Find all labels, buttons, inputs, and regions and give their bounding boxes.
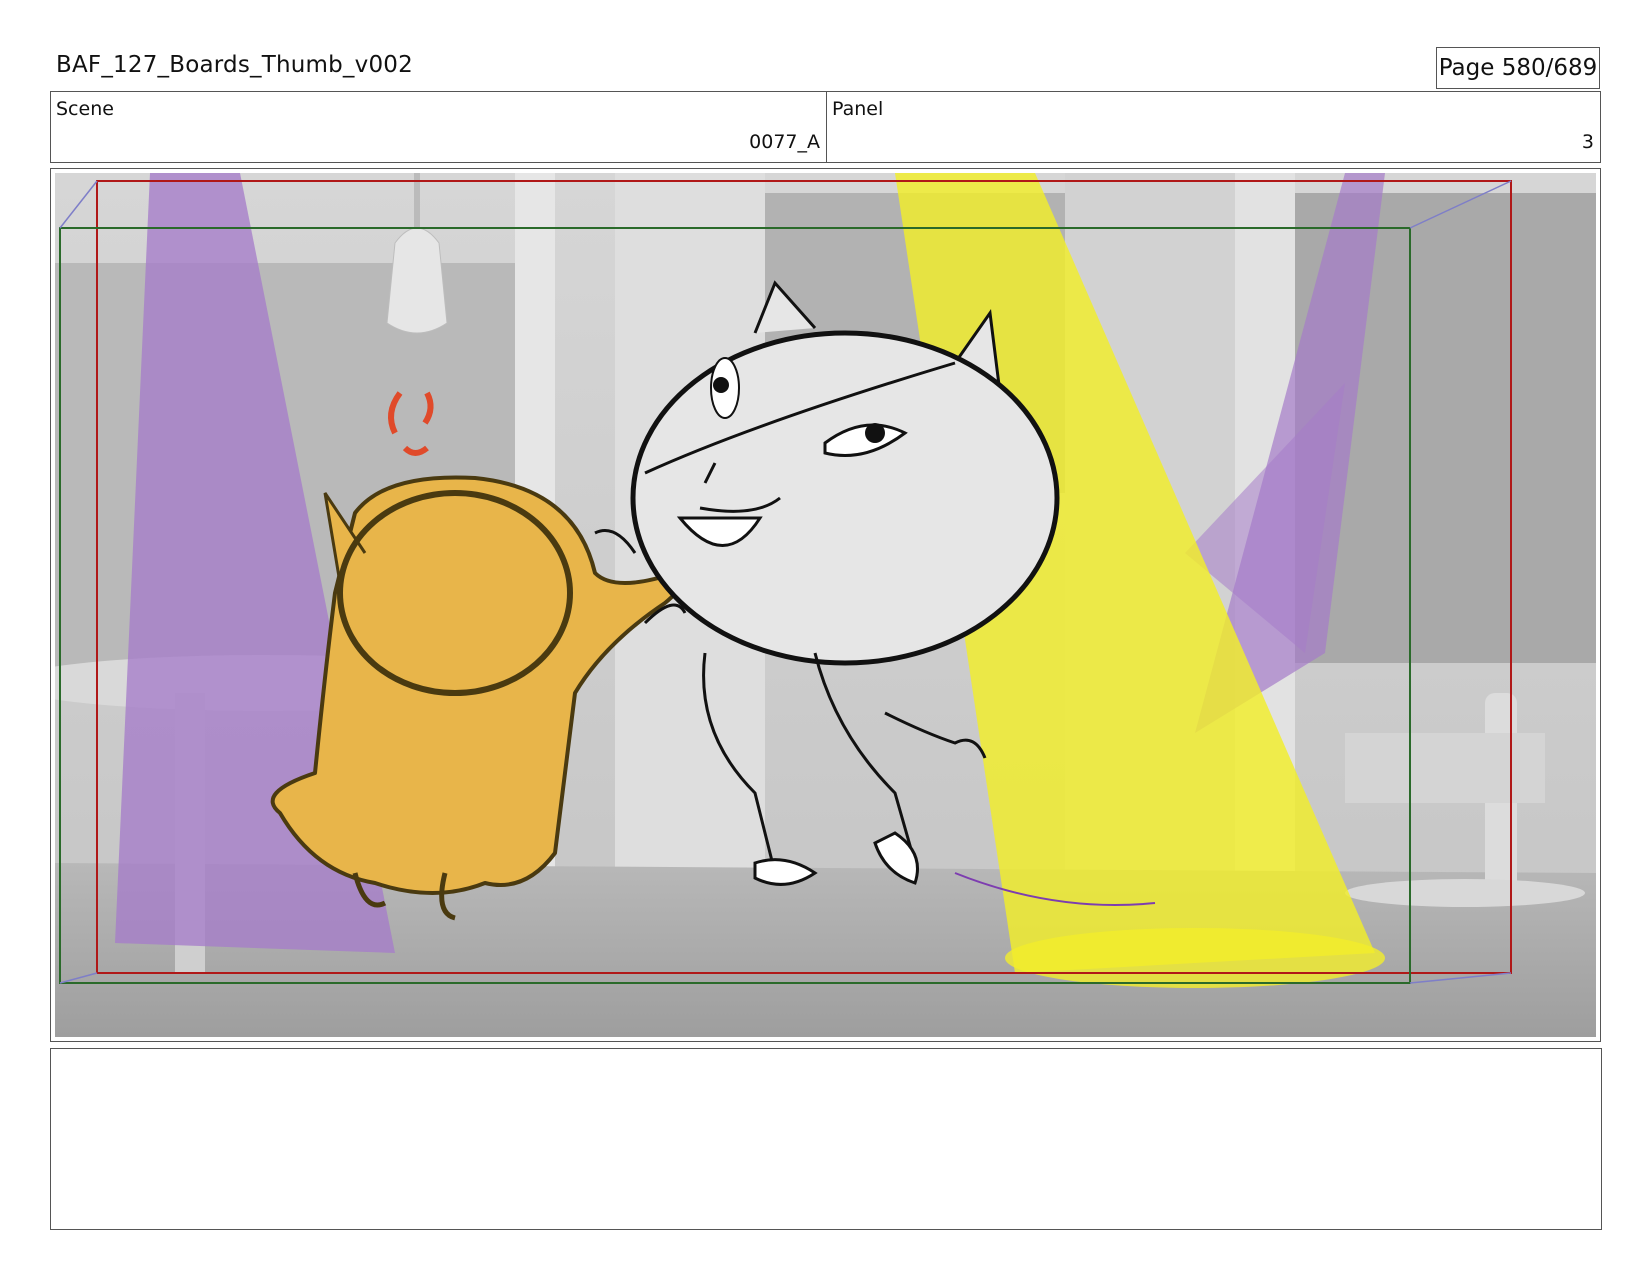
scene-panel-info: Scene 0077_A Panel 3 — [50, 91, 1601, 163]
storyboard-artwork — [55, 173, 1596, 1037]
scene-label: Scene — [56, 98, 114, 120]
panel-cell: Panel 3 — [827, 92, 1600, 162]
scene-value: 0077_A — [749, 131, 820, 153]
panel-value: 3 — [1581, 131, 1594, 153]
notes-box — [50, 1048, 1602, 1230]
scene-cell: Scene 0077_A — [51, 92, 827, 162]
page-indicator: Page 580/689 — [1436, 47, 1600, 89]
document-title: BAF_127_Boards_Thumb_v002 — [56, 52, 413, 78]
panel-label: Panel — [832, 98, 884, 120]
storyboard-frame — [50, 168, 1601, 1042]
